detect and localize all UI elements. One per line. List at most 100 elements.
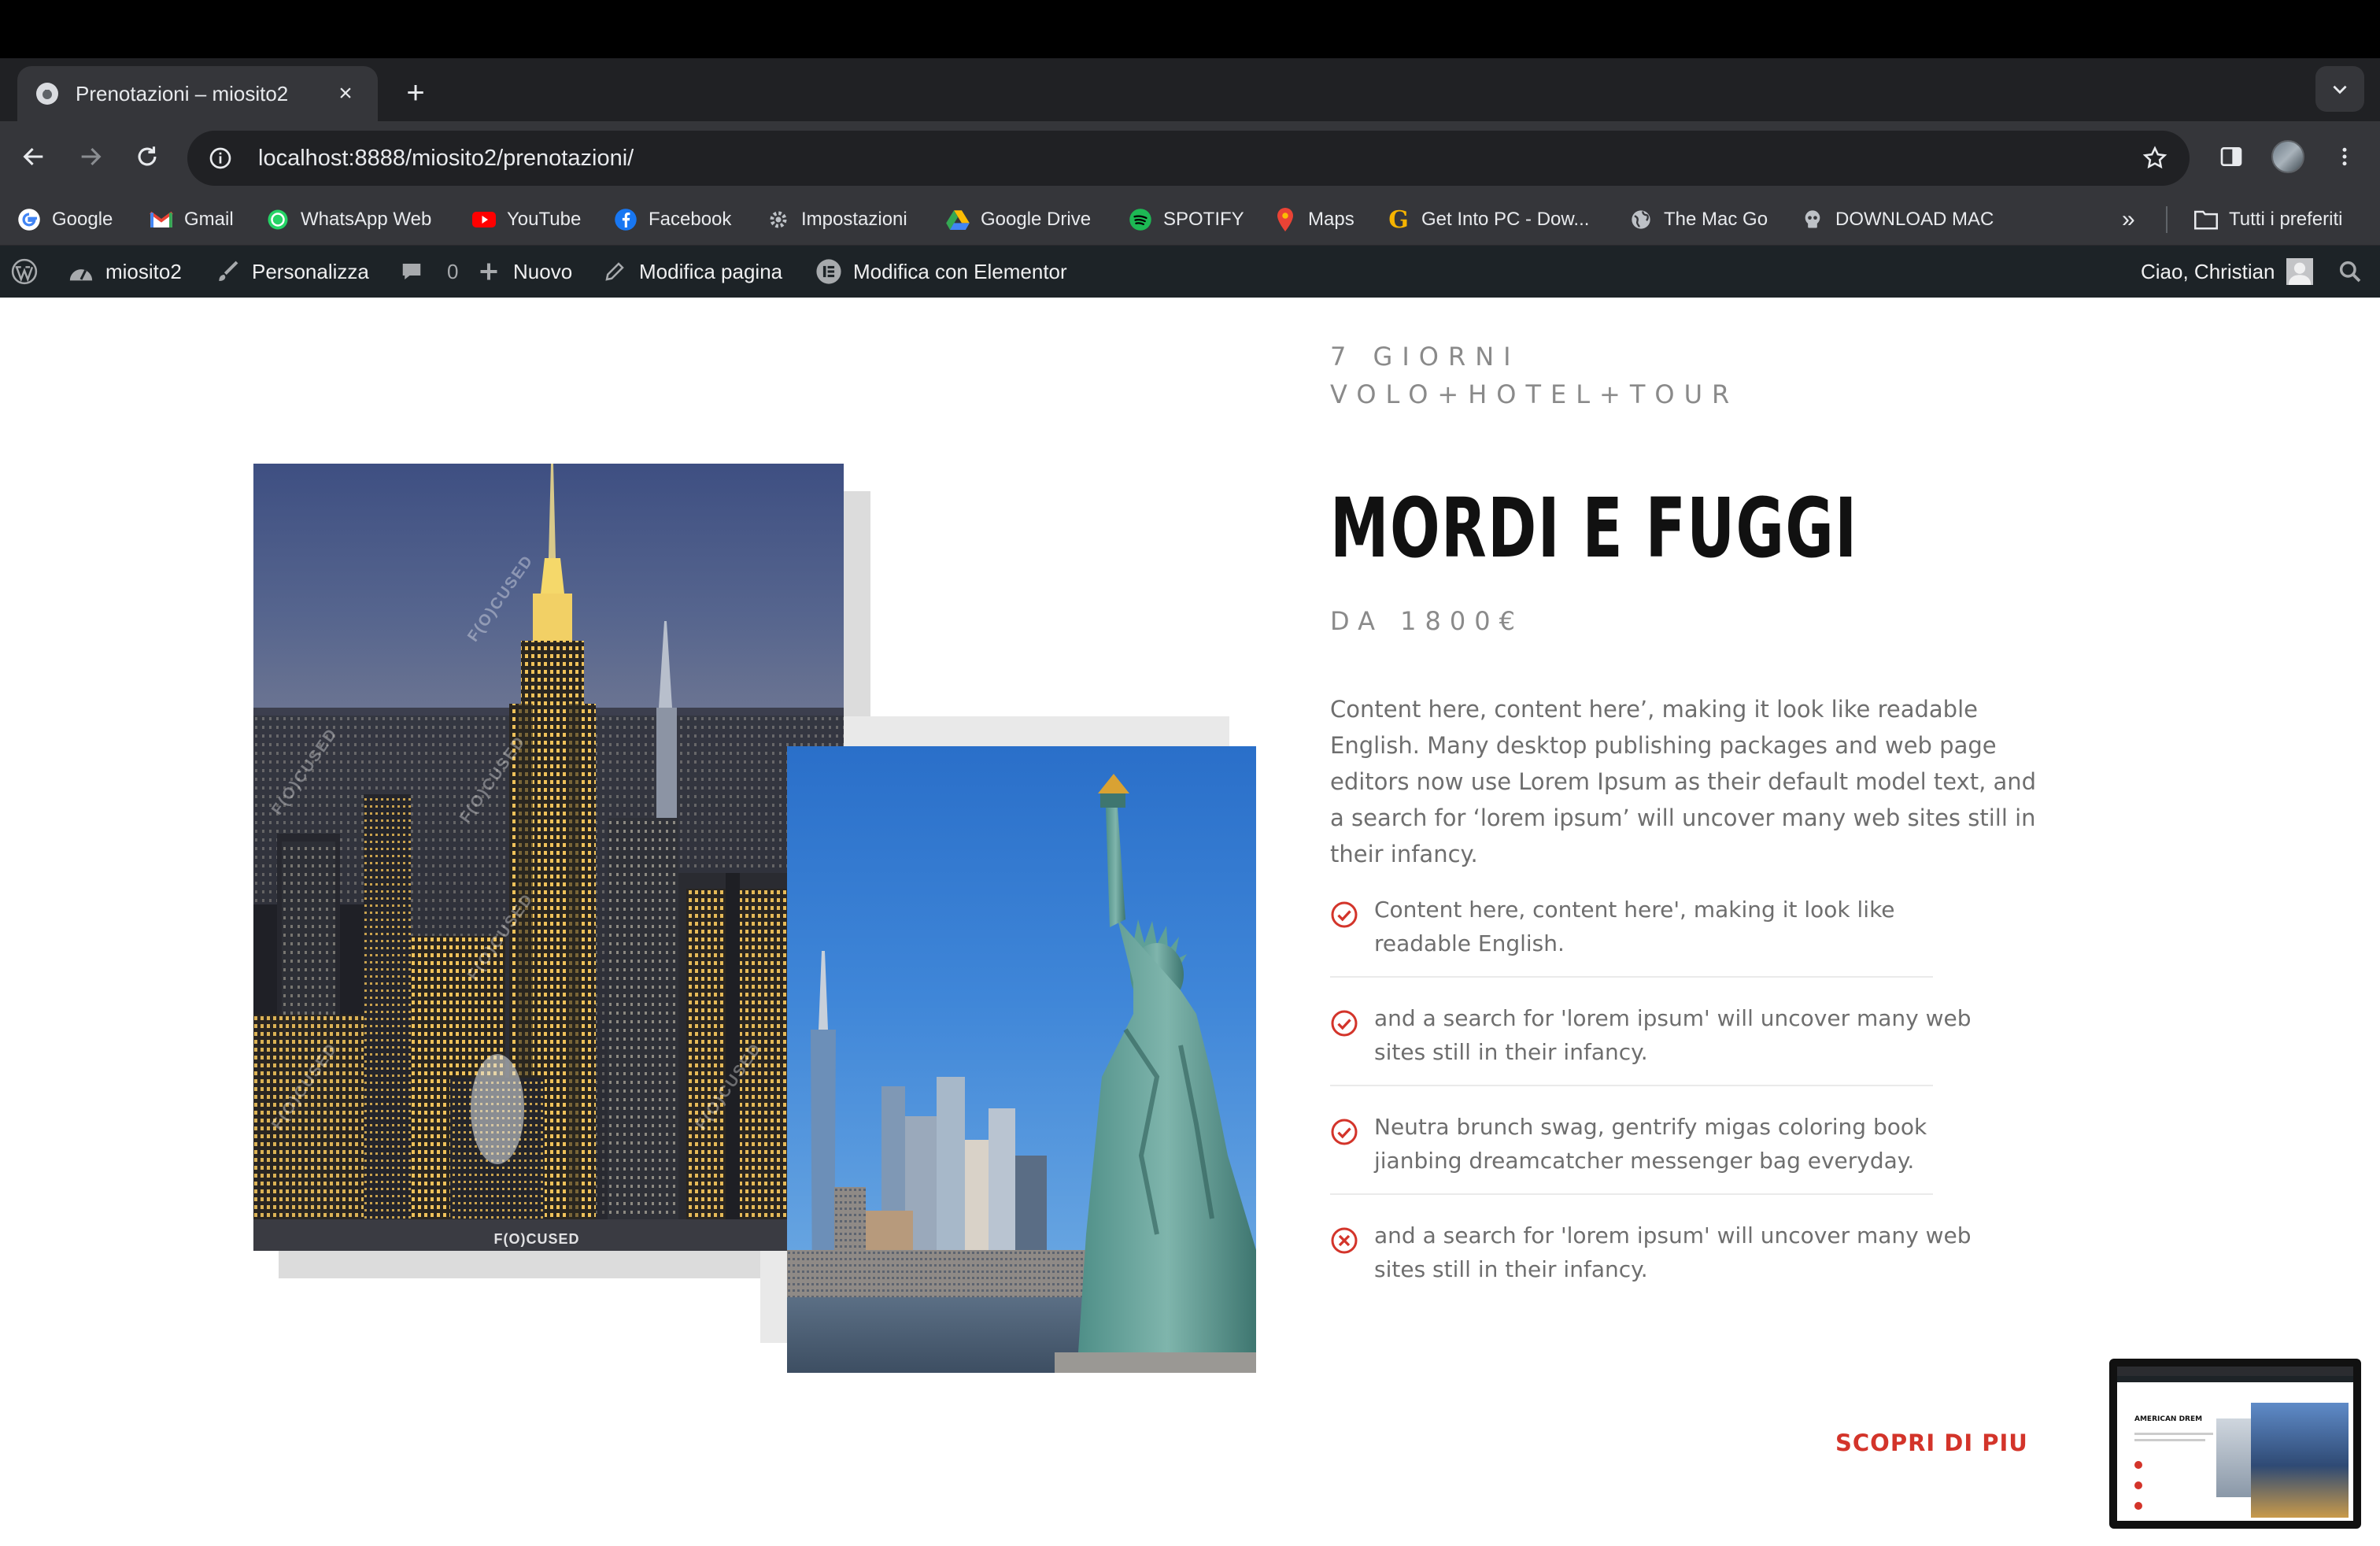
browser-tab-active[interactable]: Prenotazioni – miosito2 ×: [17, 66, 378, 121]
wp-account-menu[interactable]: Ciao, Christian: [2141, 246, 2313, 298]
thumbnail-image: [2251, 1403, 2349, 1518]
liberty-illustration: [787, 774, 1256, 1373]
google-icon: [17, 208, 41, 231]
new-label: Nuovo: [513, 259, 573, 283]
all-bookmarks-button[interactable]: Tutti i preferiti: [2194, 194, 2342, 246]
elementor-label: Modifica con Elementor: [853, 259, 1067, 283]
url-path: :8888/miosito2/prenotazioni/: [348, 145, 634, 171]
reload-button[interactable]: [128, 137, 167, 176]
bookmark-label: YouTube: [507, 209, 582, 230]
arrow-right-icon: [81, 147, 102, 166]
thumbnail-text-line: [2134, 1433, 2213, 1435]
search-icon: [2339, 261, 2361, 283]
bookmark-label: Maps: [1308, 209, 1354, 230]
globe-icon: [1629, 208, 1653, 231]
bookmark-gmail[interactable]: Gmail: [150, 194, 234, 246]
thumbnail-chrome: [2117, 1367, 2353, 1376]
spotify-icon: [1129, 208, 1152, 231]
comments-count: 0: [447, 259, 459, 283]
wp-edit-page-button[interactable]: Modifica pagina: [601, 246, 782, 298]
site-info-icon[interactable]: [206, 144, 235, 172]
thumbnail-content: AMERICAN DREM: [2117, 1367, 2353, 1521]
comment-bubble-icon: [398, 258, 425, 285]
feature-text: Content here, content here', making it l…: [1374, 897, 1895, 956]
whatsapp-icon: [266, 208, 290, 231]
bookmark-youtube[interactable]: YouTube: [472, 194, 581, 246]
divider: [1330, 976, 1933, 978]
bookmark-download-mac[interactable]: DOWNLOAD MAC: [1801, 194, 1994, 246]
bookmark-google[interactable]: Google: [17, 194, 113, 246]
pencil-icon: [601, 258, 628, 285]
back-button[interactable]: [14, 137, 54, 176]
site-name-label: miosito2: [105, 259, 182, 283]
address-bar[interactable]: localhost:8888/miosito2/prenotazioni/: [187, 131, 2190, 186]
wordpress-icon: [11, 258, 38, 285]
bookmark-getintopc[interactable]: G Get Into PC - Dow...: [1387, 194, 1589, 246]
greeting-label: Ciao, Christian: [2141, 259, 2275, 283]
wp-comments-button[interactable]: 0: [398, 246, 458, 298]
elementor-icon: [815, 258, 842, 285]
getintopc-icon: G: [1388, 205, 1409, 234]
url-text: localhost:8888/miosito2/prenotazioni/: [258, 146, 2139, 172]
divider: [1330, 1085, 1933, 1086]
reload-icon: [138, 146, 157, 166]
thumbnail-text-line: [2134, 1439, 2205, 1441]
bookmark-facebook[interactable]: Facebook: [614, 194, 731, 246]
side-panel-button[interactable]: [2212, 137, 2251, 176]
wp-new-button[interactable]: Nuovo: [475, 246, 572, 298]
close-tab-icon[interactable]: ×: [332, 80, 359, 107]
cross-circle-icon: [1331, 1227, 1358, 1254]
double-chevron-right-icon: »: [2122, 206, 2135, 232]
bookmark-star-icon[interactable]: [2139, 142, 2171, 174]
bookmark-spotify[interactable]: SPOTIFY: [1129, 194, 1244, 246]
bookmark-label: The Mac Go: [1664, 209, 1768, 230]
youtube-icon: [472, 208, 496, 231]
browser-menu-button[interactable]: [2325, 137, 2364, 176]
chevron-down-icon: [2333, 85, 2347, 94]
bookmark-google-drive[interactable]: Google Drive: [946, 194, 1091, 246]
bookmark-maps[interactable]: Maps: [1273, 194, 1354, 246]
skull-icon: [1801, 208, 1824, 231]
wp-logo-button[interactable]: [11, 246, 49, 298]
all-bookmarks-label: Tutti i preferiti: [2229, 209, 2343, 230]
new-tab-button[interactable]: +: [400, 71, 431, 115]
edit-page-label: Modifica pagina: [639, 259, 783, 283]
trip-price: DA 1800€: [1330, 606, 1524, 636]
bookmark-whatsapp[interactable]: WhatsApp Web: [266, 194, 431, 246]
thumbnail-bullet: [2134, 1481, 2142, 1489]
site-favicon-icon: [36, 83, 58, 105]
folder-icon: [2194, 208, 2218, 231]
url-host: localhost: [258, 145, 349, 171]
statue-of-liberty-image: [787, 746, 1256, 1373]
facebook-icon: [614, 208, 638, 231]
bookmark-settings[interactable]: Impostazioni: [767, 194, 907, 246]
trip-duration: 7 GIORNI: [1330, 342, 1521, 372]
bookmarks-divider: [2166, 206, 2168, 233]
bookmarks-overflow-button[interactable]: »: [2122, 194, 2135, 246]
browser-toolbar: localhost:8888/miosito2/prenotazioni/: [0, 121, 2380, 194]
discover-more-link[interactable]: SCOPRI DI PIU: [1835, 1429, 2028, 1456]
wp-site-name[interactable]: miosito2: [68, 246, 182, 298]
screenshot-preview-thumbnail[interactable]: AMERICAN DREM: [2109, 1359, 2361, 1529]
page-content: F(O)CUSED F(O)CUSED F(O)CUSED F(O)CUSED …: [0, 298, 2380, 1546]
bookmark-label: WhatsApp Web: [301, 209, 432, 230]
wp-elementor-button[interactable]: Modifica con Elementor: [815, 246, 1067, 298]
gear-icon: [767, 208, 790, 231]
tab-search-button[interactable]: [2315, 66, 2364, 112]
forward-button[interactable]: [71, 137, 110, 176]
avatar: [2271, 140, 2304, 173]
bookmark-the-mac-go[interactable]: The Mac Go: [1629, 194, 1768, 246]
trip-description: Content here, content here’, making it l…: [1330, 696, 2037, 867]
check-circle-icon: [1331, 901, 1358, 928]
thumbnail-title: AMERICAN DREM: [2134, 1415, 2203, 1423]
profile-button[interactable]: [2268, 137, 2308, 176]
feature-text: Neutra brunch swag, gentrify migas color…: [1374, 1114, 1927, 1174]
maps-icon: [1273, 208, 1297, 231]
tab-strip: Prenotazioni – miosito2 × +: [0, 58, 2380, 121]
wp-search-button[interactable]: [2338, 246, 2363, 298]
bookmark-label: Facebook: [649, 209, 732, 230]
bookmark-label: Google: [52, 209, 113, 230]
wp-customize-button[interactable]: Personalizza: [214, 246, 369, 298]
wp-admin-bar: miosito2 Personalizza 0 Nuovo Modifica p…: [0, 246, 2380, 298]
bookmark-label: DOWNLOAD MAC: [1835, 209, 1994, 230]
